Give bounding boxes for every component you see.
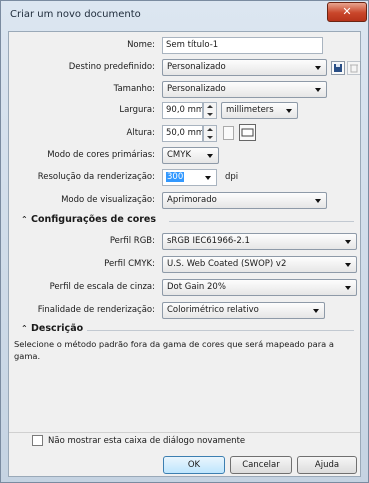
chevron-down-icon — [315, 66, 321, 70]
portrait-button[interactable] — [223, 126, 234, 140]
ok-button[interactable]: OK — [163, 456, 225, 474]
preset-label: Destino predefinido: — [68, 62, 155, 72]
chevron-down-icon — [207, 154, 213, 158]
delete-icon — [350, 64, 358, 73]
name-input[interactable]: Sem título-1 — [162, 37, 323, 54]
cmyk-profile-value: U.S. Web Coated (SWOP) v2 — [167, 259, 287, 269]
gray-profile-select[interactable]: Dot Gain 20% — [162, 279, 357, 296]
preview-mode-label: Modo de visualização: — [61, 195, 155, 205]
chevron-down-icon — [345, 286, 351, 290]
width-label: Largura: — [119, 105, 155, 115]
chevron-down-icon — [313, 309, 319, 313]
description-title: Descrição — [31, 323, 84, 334]
save-icon — [334, 64, 342, 72]
width-stepper[interactable] — [203, 102, 217, 119]
section-divider — [87, 330, 354, 331]
cmyk-profile-select[interactable]: U.S. Web Coated (SWOP) v2 — [162, 256, 357, 273]
rgb-profile-label: Perfil RGB: — [109, 236, 155, 246]
size-label: Tamanho: — [113, 84, 155, 94]
footer-divider — [9, 432, 360, 433]
preset-value: Personalizado — [167, 62, 226, 72]
chevron-down-icon — [286, 109, 292, 113]
help-button[interactable]: Ajuda — [297, 456, 357, 474]
preview-mode-select[interactable]: Aprimorado — [162, 192, 327, 209]
dont-show-label: Não mostrar esta caixa de diálogo novame… — [48, 436, 246, 446]
color-settings-title: Configurações de cores — [31, 214, 157, 225]
rendering-intent-label: Finalidade de renderização: — [37, 305, 155, 315]
chevron-down-icon — [345, 263, 351, 267]
cancel-button[interactable]: Cancelar — [230, 456, 292, 474]
color-mode-label: Modo de cores primárias: — [47, 150, 155, 160]
dont-show-checkbox[interactable] — [32, 435, 43, 446]
rendering-intent-select[interactable]: Colorimétrico relativo — [162, 302, 325, 319]
chevron-down-icon — [205, 176, 211, 180]
size-value: Personalizado — [167, 84, 226, 94]
delete-preset-button[interactable] — [347, 61, 361, 75]
preset-select[interactable]: Personalizado — [162, 59, 327, 76]
preview-mode-value: Aprimorado — [167, 195, 217, 205]
description-header[interactable]: ⌃ Descrição — [21, 323, 83, 334]
resolution-label: Resolução da renderização: — [37, 172, 155, 182]
resolution-value: 300 — [166, 172, 185, 182]
units-value: millimeters — [226, 105, 274, 115]
width-input[interactable]: 90,0 mm — [162, 102, 203, 119]
chevron-down-icon — [315, 199, 321, 203]
height-stepper[interactable] — [203, 125, 217, 142]
height-input[interactable]: 50,0 mm — [162, 125, 203, 142]
color-mode-select[interactable]: CMYK — [162, 147, 219, 164]
rgb-profile-value: sRGB IEC61966-2.1 — [167, 236, 250, 246]
rgb-profile-select[interactable]: sRGB IEC61966-2.1 — [162, 233, 357, 250]
landscape-button[interactable] — [239, 124, 256, 141]
color-settings-header[interactable]: ⌃ Configurações de cores — [21, 214, 156, 225]
name-label: Nome: — [127, 40, 155, 50]
size-select[interactable]: Personalizado — [162, 81, 327, 98]
close-icon: ✕ — [342, 5, 352, 18]
dialog-body: Nome: Sem título-1 Destino predefinido: … — [8, 31, 361, 477]
collapse-icon: ⌃ — [21, 324, 28, 333]
chevron-down-icon — [345, 240, 351, 244]
dpi-label: dpi — [225, 172, 239, 182]
landscape-icon — [241, 128, 254, 137]
save-preset-button[interactable] — [331, 61, 345, 75]
title-bar[interactable]: Criar um novo documento ✕ — [1, 1, 368, 31]
rendering-intent-value: Colorimétrico relativo — [167, 305, 259, 315]
section-divider — [169, 221, 354, 222]
resolution-input[interactable]: 300 — [162, 169, 217, 186]
height-label: Altura: — [126, 128, 155, 138]
dialog-title: Criar um novo documento — [10, 9, 141, 20]
collapse-icon: ⌃ — [21, 215, 28, 224]
gray-profile-label: Perfil de escala de cinza: — [49, 282, 155, 292]
gray-profile-value: Dot Gain 20% — [167, 282, 226, 292]
chevron-down-icon — [315, 88, 321, 92]
close-button[interactable]: ✕ — [327, 2, 367, 22]
cmyk-profile-label: Perfil CMYK: — [104, 259, 155, 269]
dialog-window: Criar um novo documento ✕ Nome: Sem títu… — [0, 0, 369, 483]
color-mode-value: CMYK — [167, 150, 192, 160]
units-select[interactable]: millimeters — [221, 102, 298, 119]
description-text: Selecione o método padrão fora da gama d… — [14, 339, 334, 361]
